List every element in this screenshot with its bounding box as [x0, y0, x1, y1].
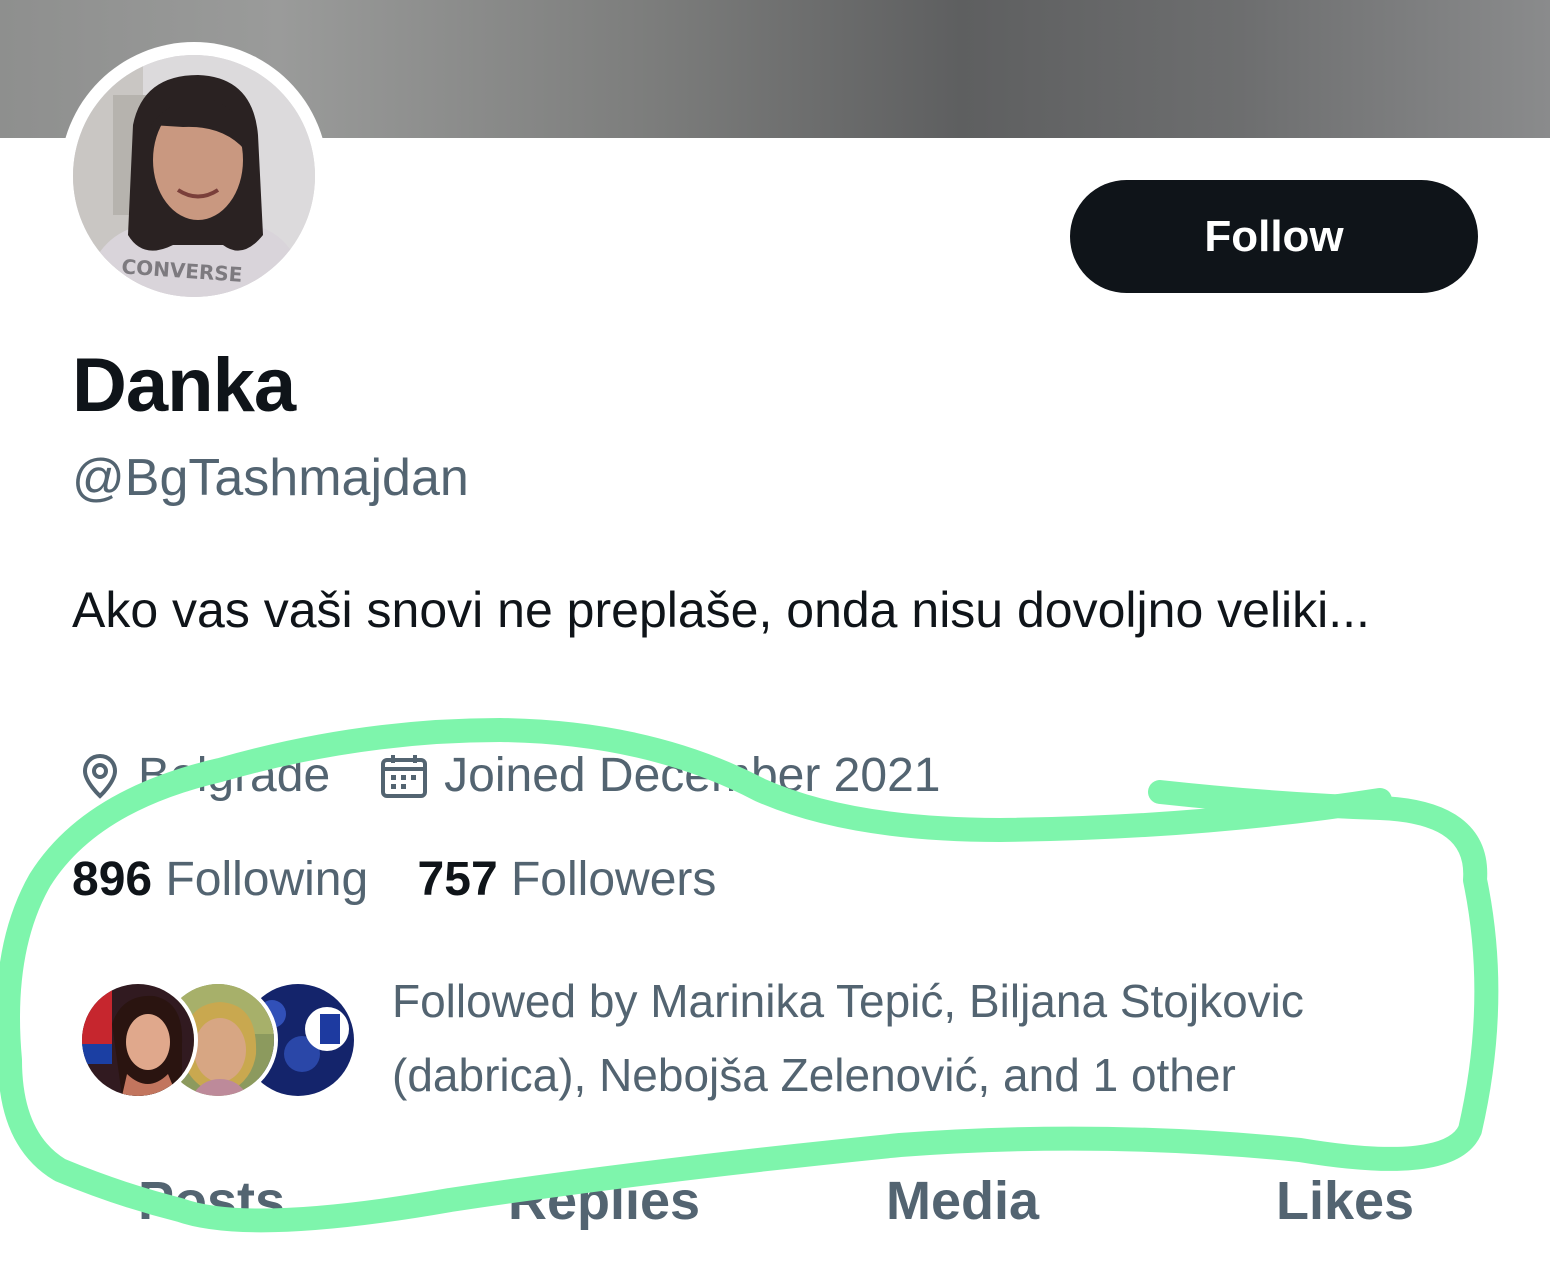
location-item: Belgrade — [76, 748, 330, 803]
calendar-icon — [381, 754, 428, 798]
following-count: 896 — [72, 853, 153, 906]
profile-bio: Ako vas vaši snovi ne preplaše, onda nis… — [72, 582, 1370, 638]
joined-item: Joined December 2021 — [378, 748, 940, 803]
profile-name: Danka — [72, 343, 296, 428]
following-link[interactable]: 896 Following — [72, 853, 368, 906]
follower-avatar-1[interactable] — [78, 980, 198, 1100]
tab-posts[interactable]: Posts — [138, 1170, 285, 1232]
tab-media[interactable]: Media — [886, 1170, 1039, 1232]
following-label: Following — [165, 853, 369, 906]
avatar-photo: CONVERSE — [73, 55, 315, 297]
followed-by-text[interactable]: Followed by Marinika Tepić, Biljana Stoj… — [392, 964, 1452, 1112]
profile-avatar[interactable]: CONVERSE — [73, 55, 315, 297]
followers-label: Followers — [510, 853, 717, 906]
tab-likes[interactable]: Likes — [1276, 1170, 1414, 1232]
location-pin-icon — [82, 753, 118, 799]
followers-link[interactable]: 757 Followers — [418, 853, 717, 906]
tab-replies[interactable]: Replies — [508, 1170, 700, 1232]
profile-meta: Belgrade Joined December 2021 — [76, 748, 988, 803]
follower-avatar-1-image — [82, 984, 194, 1096]
follow-button[interactable]: Follow — [1070, 180, 1478, 293]
follow-stats: 896 Following 757 Followers — [72, 852, 752, 907]
location-text: Belgrade — [138, 749, 331, 802]
joined-text: Joined December 2021 — [444, 749, 941, 802]
followers-count: 757 — [417, 853, 498, 906]
profile-handle: @BgTashmajdan — [72, 449, 469, 507]
profile-tabs: Posts Replies Media Likes — [0, 1170, 1550, 1260]
